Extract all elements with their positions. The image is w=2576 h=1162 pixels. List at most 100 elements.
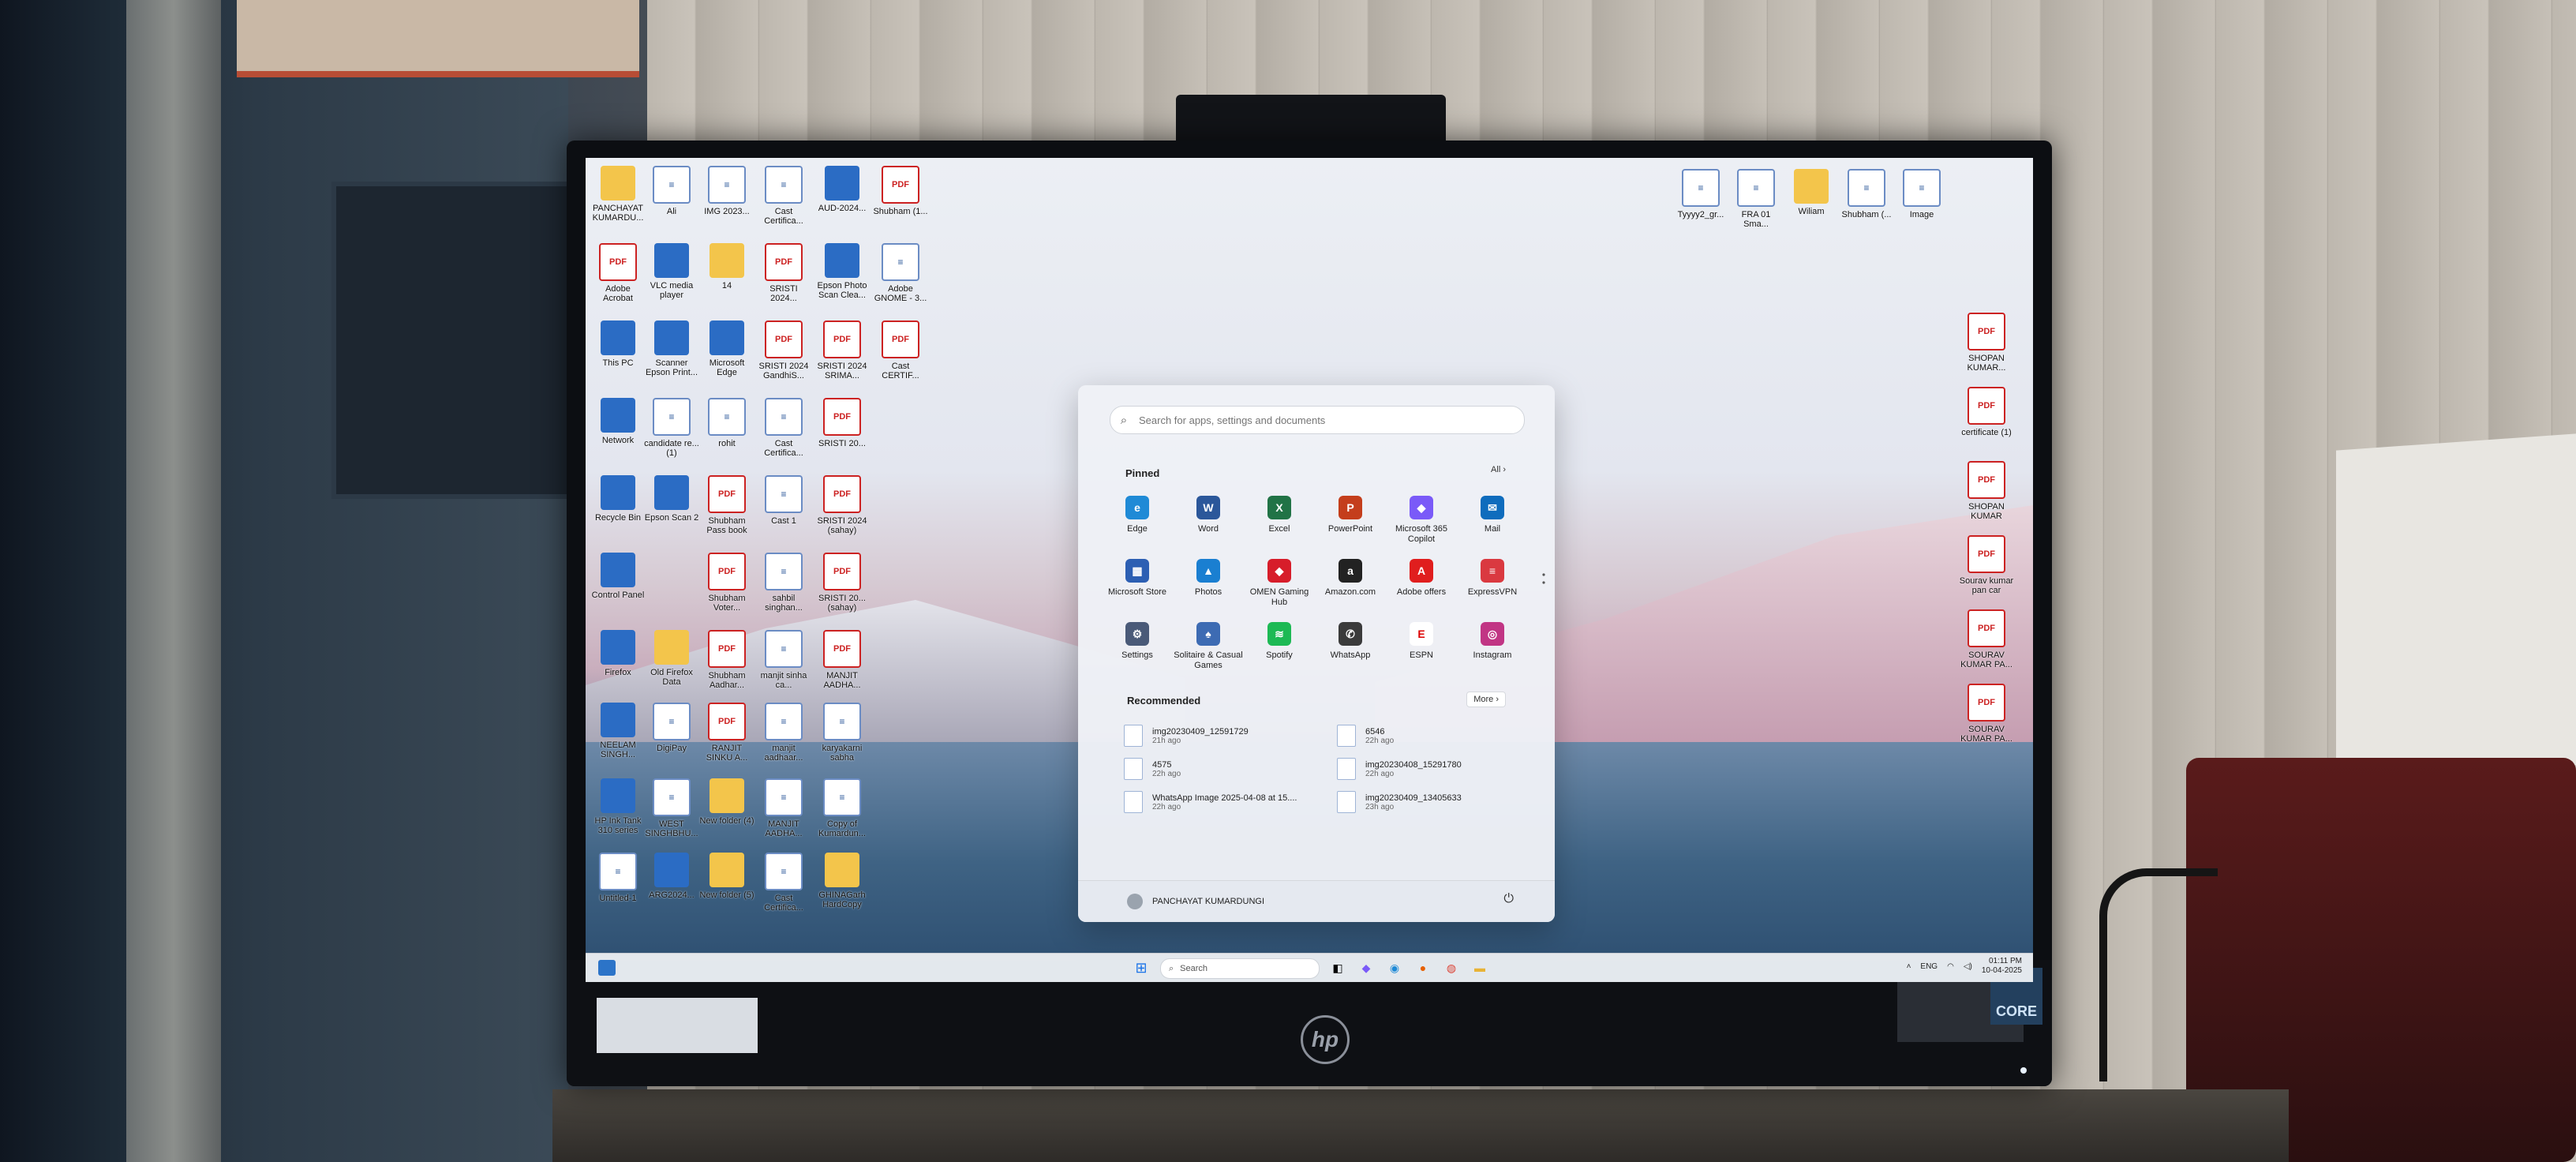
desktop-icon[interactable]: Epson Photo Scan Clea... xyxy=(814,243,870,300)
desktop-icon[interactable]: PDF SRISTI 20... xyxy=(814,398,870,448)
pinned-scroll-indicator[interactable] xyxy=(1542,573,1545,584)
desktop-icon[interactable]: Wiliam xyxy=(1784,169,1839,216)
desktop-icon[interactable]: ≡ Ali xyxy=(644,166,699,216)
desktop-icon[interactable]: ≡ Cast Certifica... xyxy=(756,166,811,226)
desktop-icon[interactable]: ≡ Cast 1 xyxy=(756,475,811,526)
desktop-icon[interactable]: PDF SRISTI 2024... xyxy=(756,243,811,303)
recommended-item[interactable]: img20230409_13405633 23h ago xyxy=(1337,791,1534,813)
pinned-app[interactable]: ≋ Spotify xyxy=(1244,622,1315,671)
desktop-icon[interactable]: New folder (4) xyxy=(699,778,754,826)
desktop-icon[interactable]: Firefox xyxy=(590,630,646,677)
edge-taskbar-icon[interactable]: ◉ xyxy=(1386,960,1403,976)
recommended-item[interactable]: img20230409_12591729 21h ago xyxy=(1124,725,1337,747)
desktop-icon[interactable]: ≡ candidate re... (1) xyxy=(644,398,699,458)
desktop-icon[interactable]: PDF Shubham Voter... xyxy=(699,553,754,613)
desktop-icon[interactable]: PDF Shubham Pass book xyxy=(699,475,754,535)
user-account[interactable]: PANCHAYAT KUMARDUNGI xyxy=(1127,894,1264,909)
pinned-app[interactable]: e Edge xyxy=(1102,496,1173,545)
desktop-icon[interactable]: HP Ink Tank 310 series xyxy=(590,778,646,835)
copilot-icon[interactable]: ◆ xyxy=(1357,960,1375,976)
desktop-icon[interactable]: ≡ FRA 01 Sma... xyxy=(1728,169,1784,229)
desktop-icon[interactable]: Recycle Bin xyxy=(590,475,646,523)
desktop-icon[interactable]: Network xyxy=(590,398,646,445)
all-apps-button[interactable]: All › xyxy=(1485,463,1512,477)
start-search-box[interactable]: ⌕ xyxy=(1110,406,1525,434)
desktop-icon[interactable]: ≡ Adobe GNOME - 3... xyxy=(873,243,928,303)
desktop-icon[interactable]: ≡ Untitled-1 xyxy=(590,853,646,903)
desktop-icon[interactable]: ≡ manjit sinha ca... xyxy=(756,630,811,690)
desktop-icon[interactable]: PANCHAYAT KUMARDU... xyxy=(590,166,646,223)
desktop-icon[interactable]: GHINAGarh HardCopy xyxy=(814,853,870,909)
desktop-icon[interactable]: PDF certificate (1) xyxy=(1959,387,2014,437)
desktop-icon[interactable]: Scanner Epson Print... xyxy=(644,320,699,377)
pinned-app[interactable]: ◎ Instagram xyxy=(1457,622,1528,671)
power-icon[interactable]: ⏻ xyxy=(1503,892,1514,906)
pinned-app[interactable]: E ESPN xyxy=(1386,622,1457,671)
desktop-icon[interactable]: PDF MANJIT AADHA... xyxy=(814,630,870,690)
desktop-icon[interactable]: ≡ rohit xyxy=(699,398,754,448)
desktop-icon[interactable]: ≡ karyakarni sabha xyxy=(814,703,870,763)
pinned-app[interactable]: a Amazon.com xyxy=(1315,559,1386,608)
desktop-icon[interactable]: PDF Shubham Aadhar... xyxy=(699,630,754,690)
desktop-icon[interactable]: ≡ DigiPay xyxy=(644,703,699,753)
pinned-app[interactable]: A Adobe offers xyxy=(1386,559,1457,608)
more-button[interactable]: More › xyxy=(1466,692,1506,707)
desktop-icon[interactable]: ≡ IMG 2023... xyxy=(699,166,754,216)
desktop-icon[interactable]: AUD-2024... xyxy=(814,166,870,213)
clock[interactable]: 01:11 PM 10-04-2025 xyxy=(1982,957,2022,976)
desktop-icon[interactable]: New folder (5) xyxy=(699,853,754,900)
pinned-app[interactable]: ✉ Mail xyxy=(1457,496,1528,545)
taskbar-search[interactable]: ⌕ Search xyxy=(1160,958,1320,979)
desktop-icon[interactable]: PDF SRISTI 2024 GandhiS... xyxy=(756,320,811,380)
pinned-app[interactable]: X Excel xyxy=(1244,496,1315,545)
recommended-item[interactable]: img20230408_15291780 22h ago xyxy=(1337,758,1534,780)
desktop-icon[interactable]: PDF Cast CERTIF... xyxy=(873,320,928,380)
desktop-icon[interactable]: Microsoft Edge xyxy=(699,320,754,377)
file-explorer-icon[interactable]: ▬ xyxy=(1471,960,1488,976)
pinned-app[interactable]: ▲ Photos xyxy=(1173,559,1244,608)
desktop-icon[interactable]: ≡ WEST SINGHBHU... xyxy=(644,778,699,838)
firefox-taskbar-icon[interactable]: ● xyxy=(1414,960,1432,976)
desktop-icon[interactable]: PDF SRISTI 20... (sahay) xyxy=(814,553,870,613)
desktop-icon[interactable]: PDF Adobe Acrobat xyxy=(590,243,646,303)
desktop-icon[interactable]: ≡ MANJIT AADHA... xyxy=(756,778,811,838)
desktop-icon[interactable]: ≡ sahbil singhan... xyxy=(756,553,811,613)
desktop-icon[interactable]: PDF Sourav kumar pan car xyxy=(1959,535,2014,595)
pinned-app[interactable]: ♠ Solitaire & Casual Games xyxy=(1173,622,1244,671)
chrome-taskbar-icon[interactable]: ◍ xyxy=(1443,960,1460,976)
start-button-icon[interactable]: ⊞ xyxy=(1132,960,1151,976)
desktop-icon[interactable]: Epson Scan 2 xyxy=(644,475,699,523)
desktop-icon[interactable]: ≡ Cast Certifica... xyxy=(756,853,811,913)
task-view-icon[interactable]: ◧ xyxy=(1329,960,1346,976)
desktop-icon[interactable]: ≡ Copy of Kumardun... xyxy=(814,778,870,838)
pinned-app[interactable]: ▦ Microsoft Store xyxy=(1102,559,1173,608)
desktop-icon[interactable]: PDF RANJIT SINKU A... xyxy=(699,703,754,763)
desktop-icon[interactable]: PDF SHOPAN KUMAR... xyxy=(1959,313,2014,373)
language-indicator[interactable]: ENG xyxy=(1920,962,1938,971)
pinned-app[interactable]: ◆ OMEN Gaming Hub xyxy=(1244,559,1315,608)
desktop-icon[interactable]: PDF SOURAV KUMAR PA... xyxy=(1959,684,2014,744)
widgets-icon[interactable] xyxy=(598,960,616,976)
desktop-icon[interactable]: PDF SHOPAN KUMAR xyxy=(1959,461,2014,521)
desktop-icon[interactable]: ≡ Cast Certifica... xyxy=(756,398,811,458)
desktop-icon[interactable]: VLC media player xyxy=(644,243,699,300)
pinned-app[interactable]: P PowerPoint xyxy=(1315,496,1386,545)
volume-icon[interactable]: ◁) xyxy=(1964,962,1972,971)
chevron-up-icon[interactable]: ˄ xyxy=(1907,962,1911,971)
desktop-icon[interactable]: Control Panel xyxy=(590,553,646,600)
desktop-icon[interactable]: ARG2024... xyxy=(644,853,699,900)
desktop-icon[interactable]: PDF SRISTI 2024 SRIMA... xyxy=(814,320,870,380)
desktop-icon[interactable]: ≡ Image xyxy=(1894,169,1949,219)
recommended-item[interactable]: 4575 22h ago xyxy=(1124,758,1337,780)
desktop-icon[interactable]: Old Firefox Data xyxy=(644,630,699,687)
pinned-app[interactable]: ✆ WhatsApp xyxy=(1315,622,1386,671)
desktop-icon[interactable]: ≡ Shubham (... xyxy=(1839,169,1894,219)
desktop-icon[interactable]: 14 xyxy=(699,243,754,290)
wifi-icon[interactable]: ◠ xyxy=(1947,962,1954,971)
desktop-icon[interactable]: This PC xyxy=(590,320,646,368)
desktop-icon[interactable]: PDF Shubham (1... xyxy=(873,166,928,216)
pinned-app[interactable]: W Word xyxy=(1173,496,1244,545)
desktop-icon[interactable]: PDF SOURAV KUMAR PA... xyxy=(1959,609,2014,669)
recommended-item[interactable]: WhatsApp Image 2025-04-08 at 15.... 22h a… xyxy=(1124,791,1337,813)
desktop-icon[interactable]: NEELAM SINGH... xyxy=(590,703,646,759)
